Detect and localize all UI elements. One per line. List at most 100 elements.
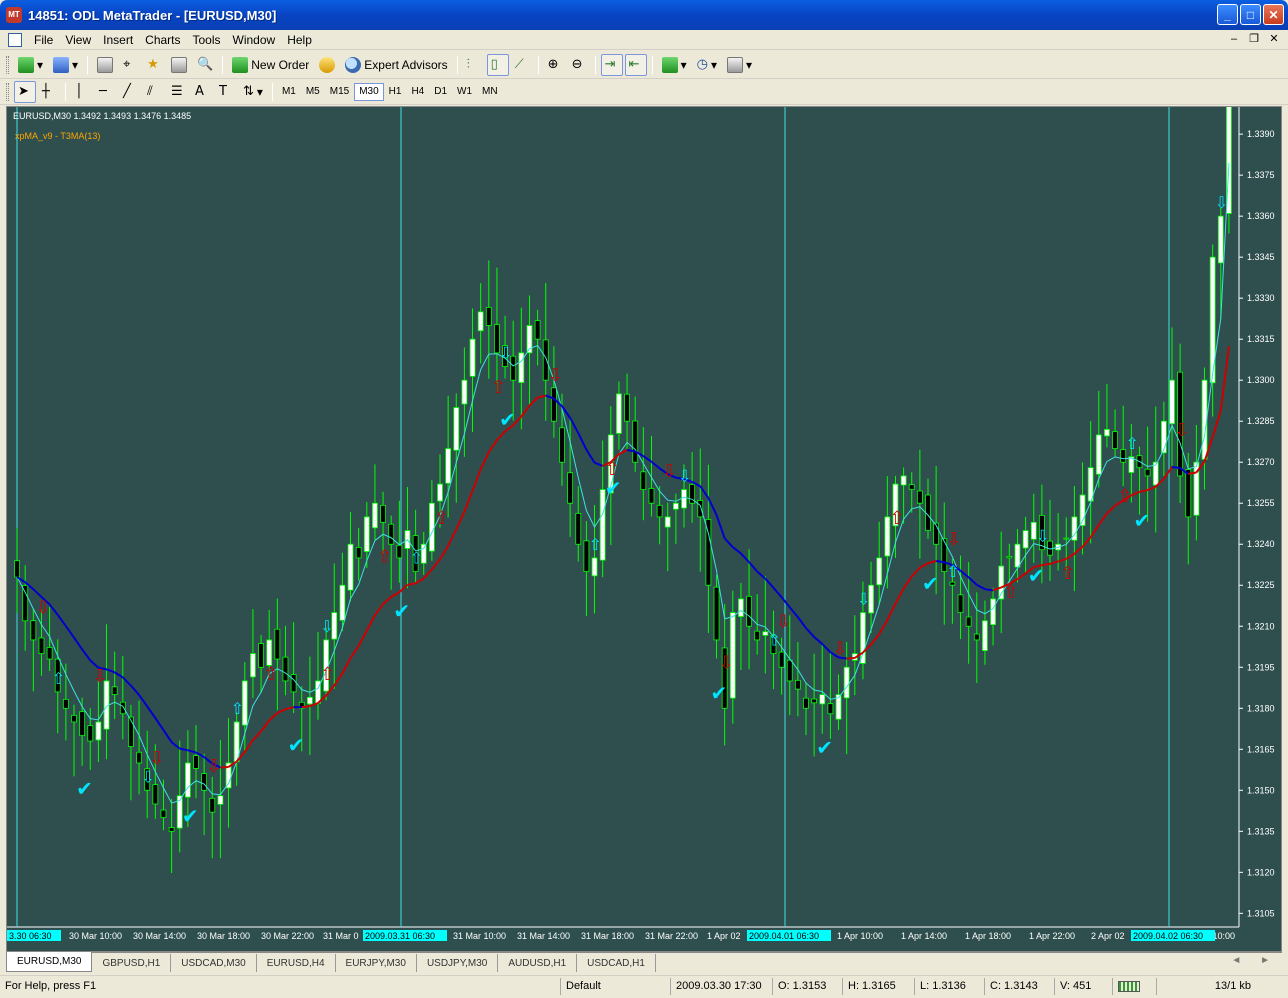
new-order-button[interactable]: New Order bbox=[228, 54, 313, 76]
chart-tab[interactable]: EURUSD,M30 bbox=[6, 952, 93, 972]
close-button[interactable]: ✕ bbox=[1263, 4, 1284, 25]
child-minimize-button[interactable]: – bbox=[1226, 32, 1242, 46]
line-chart-button[interactable]: ⟋ bbox=[511, 54, 533, 76]
metatrader-app-icon[interactable]: MT bbox=[6, 7, 22, 23]
timeframe-m30-button[interactable]: M30 bbox=[354, 82, 384, 101]
child-close-button[interactable]: ✕ bbox=[1266, 32, 1282, 46]
cyan-arrow-icon: ⇩ bbox=[1036, 527, 1049, 546]
candle-body bbox=[632, 420, 639, 463]
zoom-in-button[interactable]: ⊕ bbox=[544, 54, 566, 76]
horizontal-line-tool[interactable]: ─ bbox=[95, 81, 117, 103]
strategy-tester-button[interactable]: 🔍 bbox=[193, 54, 217, 76]
candle-body bbox=[306, 696, 313, 705]
chart-document-icon[interactable] bbox=[8, 32, 22, 47]
cursor-tool[interactable]: ➤ bbox=[14, 80, 36, 103]
price-tick-label: 1.3225 bbox=[1247, 580, 1275, 590]
candle-body bbox=[616, 393, 622, 434]
trendline-tool[interactable]: ╱ bbox=[119, 81, 141, 103]
candlestick-button[interactable]: ▯ bbox=[486, 53, 509, 76]
arrows-tool[interactable]: ⇅ ▾ bbox=[239, 81, 267, 103]
buy-arrow-icon: ⇧ bbox=[889, 508, 904, 529]
toolbar-grip[interactable] bbox=[6, 55, 9, 74]
fibonacci-tool[interactable]: ☰ bbox=[167, 81, 189, 103]
candle-body bbox=[347, 543, 354, 591]
slow-ma-segment bbox=[487, 439, 498, 453]
menu-insert[interactable]: Insert bbox=[97, 33, 139, 47]
timeframe-m1-button[interactable]: M1 bbox=[277, 83, 301, 101]
cyan-arrow-icon: ⇧ bbox=[231, 699, 244, 718]
slow-ma-segment bbox=[81, 648, 92, 661]
bar-chart-button[interactable]: ⫶ bbox=[463, 54, 485, 76]
slow-ma-segment bbox=[919, 562, 929, 569]
timeframe-m15-button[interactable]: M15 bbox=[325, 83, 354, 101]
maximize-button[interactable]: □ bbox=[1240, 4, 1261, 25]
fibonacci-icon: ☰ bbox=[171, 84, 183, 99]
sell-arrow-icon: ⇩ bbox=[833, 639, 848, 660]
chart-tab[interactable]: USDJPY,M30 bbox=[417, 954, 499, 972]
timeframe-m5-button[interactable]: M5 bbox=[301, 83, 325, 101]
candle-body bbox=[282, 656, 289, 682]
equidistant-channel-tool[interactable]: ⫽ bbox=[143, 81, 165, 103]
menu-charts[interactable]: Charts bbox=[139, 33, 186, 47]
new-chart-button[interactable]: ▾ bbox=[14, 54, 47, 76]
time-tick-label: 1 Apr 22:00 bbox=[1029, 931, 1075, 941]
chart-tab[interactable]: EURJPY,M30 bbox=[336, 954, 417, 972]
chart-tab[interactable]: AUDUSD,H1 bbox=[498, 954, 578, 972]
slow-ma-segment bbox=[910, 567, 921, 578]
market-watch-button[interactable] bbox=[93, 54, 117, 76]
vertical-line-tool[interactable]: │ bbox=[71, 81, 93, 103]
minimize-button[interactable]: _ bbox=[1217, 4, 1238, 25]
slow-ma-segment bbox=[32, 588, 43, 598]
cyan-arrow-icon: ⇩ bbox=[857, 590, 870, 609]
text-tool[interactable]: A bbox=[191, 81, 213, 103]
menu-file[interactable]: File bbox=[28, 33, 59, 47]
time-tick-label: 31 Mar 18:00 bbox=[581, 931, 634, 941]
expert-advisors-button[interactable]: Expert Advisors bbox=[341, 54, 451, 76]
timeframe-h1-button[interactable]: H1 bbox=[384, 83, 407, 101]
timeframe-d1-button[interactable]: D1 bbox=[429, 83, 452, 101]
chart-tab[interactable]: USDCAD,H1 bbox=[577, 954, 656, 972]
child-restore-button[interactable]: ❐ bbox=[1246, 32, 1262, 46]
text-label-tool[interactable]: T bbox=[215, 81, 237, 103]
timeframe-w1-button[interactable]: W1 bbox=[452, 83, 477, 101]
auto-scroll-button[interactable]: ⇥ bbox=[600, 53, 623, 76]
sell-arrow-icon: ⇩ bbox=[946, 529, 961, 550]
candle-body bbox=[485, 307, 492, 326]
slow-ma-segment bbox=[723, 537, 734, 548]
timeframe-mn-button[interactable]: MN bbox=[477, 83, 503, 101]
chart-tab[interactable]: EURUSD,H4 bbox=[257, 954, 336, 972]
candle-body bbox=[664, 516, 671, 528]
slow-ma-segment bbox=[594, 461, 604, 467]
slow-ma-segment bbox=[780, 596, 791, 608]
time-tick-label: 30 Mar 10:00 bbox=[69, 931, 122, 941]
time-tick-label: 1 Apr 18:00 bbox=[965, 931, 1011, 941]
crosshair-tool[interactable]: ┼ bbox=[38, 81, 60, 103]
candle-body bbox=[160, 809, 167, 819]
slow-ma-segment bbox=[106, 668, 116, 674]
candlestick-icon: ▯ bbox=[490, 57, 498, 72]
menu-view[interactable]: View bbox=[59, 33, 97, 47]
templates-button[interactable]: ▾ bbox=[723, 54, 756, 76]
zoom-out-button[interactable]: ⊖ bbox=[568, 54, 590, 76]
navigator-button[interactable]: ★ bbox=[143, 54, 165, 76]
menu-help[interactable]: Help bbox=[281, 33, 318, 47]
candle-body bbox=[550, 387, 557, 422]
tab-scroll-arrows[interactable]: ◄ ► bbox=[1231, 955, 1278, 966]
data-window-button[interactable]: ⌖ bbox=[119, 54, 141, 76]
price-chart[interactable]: 1.3390 1.3375 1.3360 1.3345 1.3330 1.3315 1.33… bbox=[7, 107, 1281, 951]
menu-tools[interactable]: Tools bbox=[187, 33, 227, 47]
toolbar-grip[interactable] bbox=[6, 82, 9, 101]
chart-window[interactable]: 1.3390 1.3375 1.3360 1.3345 1.3330 1.3315 1.33… bbox=[6, 106, 1282, 952]
chart-tab[interactable]: USDCAD,M30 bbox=[171, 954, 257, 972]
menu-window[interactable]: Window bbox=[227, 33, 282, 47]
terminal-button[interactable] bbox=[167, 54, 191, 76]
periods-button[interactable]: ◷ ▾ bbox=[693, 54, 721, 76]
check-mark-icon: ✔ bbox=[499, 408, 516, 432]
timeframe-h4-button[interactable]: H4 bbox=[406, 83, 429, 101]
time-tick-label: 2 Apr 02 bbox=[1091, 931, 1125, 941]
chart-tab[interactable]: GBPUSD,H1 bbox=[92, 954, 172, 972]
metaeditor-button[interactable] bbox=[315, 54, 339, 76]
profiles-button[interactable]: ▾ bbox=[49, 54, 82, 76]
chart-shift-button[interactable]: ⇤ bbox=[624, 53, 647, 76]
indicators-button[interactable]: ▾ bbox=[658, 54, 691, 76]
